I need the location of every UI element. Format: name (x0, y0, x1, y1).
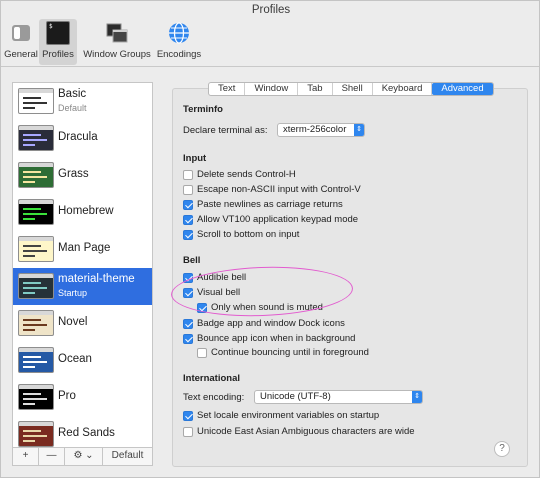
continue-bouncing-checkbox[interactable] (197, 348, 207, 358)
set-locale-label: Set locale environment variables on star… (197, 410, 380, 421)
vt100-keypad-checkbox[interactable] (183, 215, 193, 225)
preferences-toolbar: General Profiles Window Groups Encodings (1, 19, 539, 67)
profile-list[interactable]: Basic Default Dracula Grass Homebrew Man Page… (12, 82, 153, 448)
toolbar-general-label: General (4, 49, 38, 60)
text-encoding-select[interactable]: Unicode (UTF-8) ⇕ (254, 390, 423, 404)
window-groups-icon (106, 23, 128, 43)
preferences-window: Profiles General Profiles Window Groups (0, 0, 540, 478)
profile-thumbnail-icon (18, 310, 54, 336)
profile-item[interactable]: Basic Default (13, 83, 152, 120)
profile-list-footer: + — ⚙ ⌄ Default (12, 447, 153, 466)
globe-icon (169, 22, 189, 44)
general-switch-icon (12, 25, 30, 41)
profile-item[interactable]: Man Page (13, 231, 152, 268)
tab-tab[interactable]: Tab (298, 83, 333, 95)
chevron-updown-icon: ⇕ (354, 124, 364, 136)
profile-name: Grass (58, 168, 89, 180)
profile-name: Basic (58, 88, 87, 100)
profile-name: Homebrew (58, 205, 114, 217)
tab-text[interactable]: Text (209, 83, 246, 95)
profile-thumbnail-icon (18, 199, 54, 225)
profile-name: Man Page (58, 242, 111, 254)
remove-profile-button[interactable]: — (39, 448, 65, 465)
profile-thumbnail-icon (18, 125, 54, 151)
profile-name: Pro (58, 390, 76, 402)
scroll-to-bottom-checkbox[interactable] (183, 230, 193, 240)
profile-thumbnail-icon (18, 421, 54, 447)
toolbar-profiles[interactable]: Profiles (39, 19, 77, 65)
input-option-label: Scroll to bottom on input (197, 229, 300, 240)
profile-name: Red Sands (58, 427, 115, 439)
east-asian-wide-checkbox[interactable] (183, 427, 193, 437)
input-option-label: Allow VT100 application keypad mode (197, 214, 359, 225)
text-encoding-label: Text encoding: (183, 392, 245, 403)
text-encoding-value: Unicode (UTF-8) (260, 391, 331, 402)
delete-sends-ctrl-h-checkbox[interactable] (183, 170, 193, 180)
continue-bouncing-label: Continue bouncing until in foreground (211, 347, 369, 358)
escape-non-ascii-checkbox[interactable] (183, 185, 193, 195)
profile-subtitle: Startup (58, 288, 88, 298)
profile-name: Dracula (58, 131, 98, 143)
chevron-updown-icon: ⇕ (412, 391, 422, 403)
set-default-button[interactable]: Default (103, 448, 152, 465)
badge-icons-label: Badge app and window Dock icons (197, 318, 345, 329)
add-profile-button[interactable]: + (13, 448, 39, 465)
profile-thumbnail-icon (18, 384, 54, 410)
input-option-label: Delete sends Control-H (197, 169, 296, 180)
terminal-icon (46, 21, 70, 45)
window-title: Profiles (251, 4, 291, 16)
profile-item[interactable]: Red Sands (13, 416, 152, 447)
paste-newlines-checkbox[interactable] (183, 200, 193, 210)
set-locale-checkbox[interactable] (183, 411, 193, 421)
bounce-icon-checkbox[interactable] (183, 334, 193, 344)
tab-keyboard[interactable]: Keyboard (373, 83, 433, 95)
profile-item[interactable]: Novel (13, 305, 152, 342)
tab-shell[interactable]: Shell (333, 83, 373, 95)
badge-icons-checkbox[interactable] (183, 319, 193, 329)
east-asian-wide-label: Unicode East Asian Ambiguous characters … (197, 426, 415, 437)
toolbar-general[interactable]: General (3, 19, 39, 65)
input-option-label: Paste newlines as carriage returns (197, 199, 343, 210)
profile-item[interactable]: material-theme Startup (13, 268, 152, 305)
profile-thumbnail-icon (18, 88, 54, 114)
profile-item[interactable]: Grass (13, 157, 152, 194)
profile-item[interactable]: Dracula (13, 120, 152, 157)
tab-window[interactable]: Window (245, 83, 299, 95)
profile-thumbnail-icon (18, 347, 54, 373)
toolbar-encodings-label: Encodings (156, 49, 202, 60)
bounce-icon-label: Bounce app icon when in background (197, 333, 356, 344)
profile-item[interactable]: Pro (13, 379, 152, 416)
profile-item[interactable]: Ocean (13, 342, 152, 379)
declare-terminal-value: xterm-256color (283, 124, 347, 135)
input-heading: Input (183, 153, 207, 164)
declare-terminal-select[interactable]: xterm-256color ⇕ (277, 123, 365, 137)
settings-tabs: Text Window Tab Shell Keyboard Advanced (208, 82, 494, 96)
tab-advanced[interactable]: Advanced (432, 83, 493, 95)
toolbar-profiles-label: Profiles (42, 49, 74, 60)
profile-thumbnail-icon (18, 273, 54, 299)
profile-name: Ocean (58, 353, 92, 365)
toolbar-encodings[interactable]: Encodings (155, 19, 203, 65)
profile-thumbnail-icon (18, 162, 54, 188)
profile-name: material-theme (58, 273, 135, 285)
profile-subtitle: Default (58, 103, 87, 113)
profile-name: Novel (58, 316, 88, 328)
profile-thumbnail-icon (18, 236, 54, 262)
toolbar-window-groups-label: Window Groups (83, 49, 151, 60)
help-button[interactable]: ? (494, 441, 510, 457)
profile-item[interactable]: Homebrew (13, 194, 152, 231)
toolbar-window-groups[interactable]: Window Groups (82, 19, 152, 65)
input-option-label: Escape non-ASCII input with Control-V (197, 184, 361, 195)
bell-heading: Bell (183, 255, 201, 266)
international-heading: International (183, 373, 241, 384)
terminfo-heading: Terminfo (183, 104, 223, 115)
declare-terminal-label: Declare terminal as: (183, 125, 268, 136)
profile-actions-gear-button[interactable]: ⚙ ⌄ (65, 448, 103, 465)
